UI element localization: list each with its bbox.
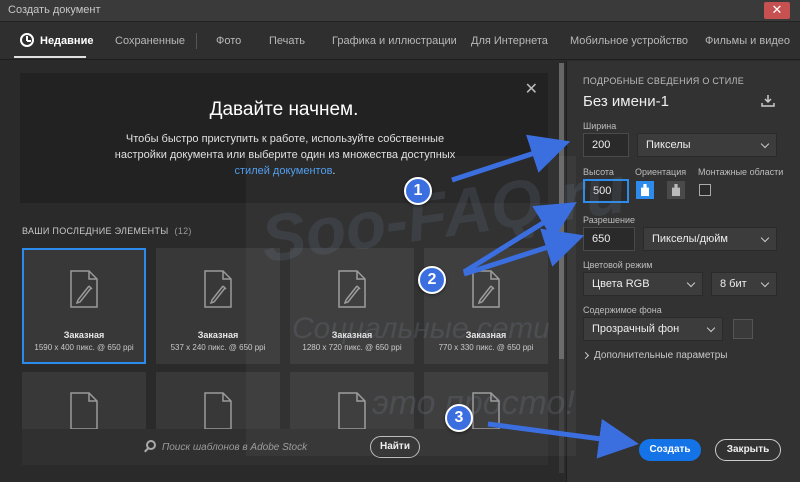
close-icon[interactable]: ✕ [525, 79, 538, 99]
window-title: Создать документ [8, 4, 101, 16]
preset-details-panel: ПОДРОБНЫЕ СВЕДЕНИЯ О СТИЛЕ Без имени-1 Ш… [566, 61, 800, 482]
document-styles-link[interactable]: стилей документов [235, 165, 333, 177]
chevron-right-icon [581, 351, 590, 359]
recent-item-name: Заказная [465, 330, 507, 340]
document-name-field[interactable]: Без имени-1 [583, 93, 669, 110]
tab-web[interactable]: Для Интернета [471, 35, 548, 47]
recent-items-count: (12) [174, 226, 192, 236]
chevron-down-icon [760, 139, 770, 149]
search-icon [146, 440, 156, 450]
tab-recent[interactable]: Недавние [40, 35, 93, 47]
document-icon [472, 392, 500, 430]
welcome-text-end: . [332, 165, 336, 177]
color-mode-label: Цветовой режим [583, 260, 653, 270]
recent-item-card[interactable] [290, 372, 414, 432]
advanced-options-label: Дополнительные параметры [594, 350, 728, 361]
recent-item-dims: 537 x 240 пикс. @ 650 ppi [170, 343, 266, 352]
background-value: Прозрачный фон [592, 323, 680, 335]
width-unit-select[interactable]: Пикселы [637, 133, 777, 157]
color-mode-value: Цвета RGB [592, 278, 650, 290]
annotation-badge-3: 3 [445, 404, 473, 432]
title-bar: Создать документ ✕ [0, 0, 800, 22]
tab-bar: Недавние Сохраненные Фото Печать Графика… [0, 22, 800, 60]
height-label: Высота [583, 167, 614, 177]
welcome-title: Давайте начнем. [209, 99, 359, 120]
height-input[interactable]: 500 [583, 179, 629, 203]
welcome-body: Чтобы быстро приступить к работе, исполь… [114, 133, 456, 161]
create-button[interactable]: Создать [639, 439, 701, 461]
recent-item-name: Заказная [63, 330, 105, 340]
recent-item-card[interactable]: Заказная 770 x 330 пикс. @ 650 ppi [424, 248, 548, 364]
window-close-button[interactable]: ✕ [764, 2, 790, 19]
landscape-orientation-button[interactable] [667, 181, 685, 199]
clock-icon [20, 33, 34, 47]
tab-divider [196, 33, 197, 49]
recent-item-dims: 1280 x 720 пикс. @ 650 ppi [302, 343, 402, 352]
background-color-swatch[interactable] [733, 319, 753, 339]
welcome-text: Чтобы быстро приступить к работе, исполь… [110, 131, 460, 179]
document-icon [70, 392, 98, 430]
document-icon [204, 270, 232, 308]
active-tab-indicator [14, 56, 86, 58]
resolution-input[interactable]: 650 [583, 227, 635, 251]
scrollbar-thumb[interactable] [559, 63, 564, 359]
chevron-down-icon [760, 278, 770, 288]
chevron-down-icon [686, 278, 696, 288]
portrait-icon [641, 184, 649, 196]
resolution-unit-value: Пикселы/дюйм [652, 233, 728, 245]
save-preset-icon[interactable] [761, 95, 775, 107]
recent-item-card[interactable] [22, 372, 146, 432]
width-label: Ширина [583, 121, 617, 131]
width-input[interactable]: 200 [583, 133, 629, 157]
recent-item-card[interactable]: Заказная 537 x 240 пикс. @ 650 ppi [156, 248, 280, 364]
details-heading: ПОДРОБНЫЕ СВЕДЕНИЯ О СТИЛЕ [583, 76, 744, 86]
document-icon [338, 270, 366, 308]
width-unit-value: Пикселы [646, 139, 691, 151]
recent-item-name: Заказная [331, 330, 373, 340]
background-label: Содержимое фона [583, 305, 662, 315]
annotation-badge-1: 1 [404, 177, 432, 205]
tab-photo[interactable]: Фото [216, 35, 241, 47]
document-icon [472, 270, 500, 308]
landscape-icon [672, 184, 680, 196]
find-button[interactable]: Найти [370, 436, 420, 458]
bit-depth-select[interactable]: 8 бит [711, 272, 777, 296]
recent-item-dims: 1590 x 400 пикс. @ 650 ppi [34, 343, 134, 352]
annotation-badge-2: 2 [418, 266, 446, 294]
resolution-label: Разрешение [583, 215, 635, 225]
document-icon [70, 270, 98, 308]
close-button[interactable]: Закрыть [715, 439, 781, 461]
artboards-label: Монтажные области [698, 167, 784, 177]
chevron-down-icon [760, 233, 770, 243]
recent-items-title: ВАШИ ПОСЛЕДНИЕ ЭЛЕМЕНТЫ [22, 226, 169, 236]
recent-item-card[interactable] [156, 372, 280, 432]
document-icon [204, 392, 232, 430]
recent-items-header: ВАШИ ПОСЛЕДНИЕ ЭЛЕМЕНТЫ (12) [22, 226, 192, 236]
recent-item-dims: 770 x 330 пикс. @ 650 ppi [438, 343, 534, 352]
welcome-banner: ✕ Давайте начнем. Чтобы быстро приступит… [20, 73, 548, 203]
recent-item-card[interactable] [424, 372, 548, 432]
background-select[interactable]: Прозрачный фон [583, 317, 723, 341]
color-mode-select[interactable]: Цвета RGB [583, 272, 703, 296]
advanced-options-toggle[interactable]: Дополнительные параметры [581, 350, 728, 361]
tab-film-video[interactable]: Фильмы и видео [705, 35, 790, 47]
recent-item-card[interactable]: Заказная 1280 x 720 пикс. @ 650 ppi [290, 248, 414, 364]
artboards-checkbox[interactable] [699, 184, 711, 196]
tab-mobile[interactable]: Мобильное устройство [570, 35, 688, 47]
tab-saved[interactable]: Сохраненные [115, 35, 185, 47]
tab-print[interactable]: Печать [269, 35, 305, 47]
recent-item-card[interactable]: Заказная 1590 x 400 пикс. @ 650 ppi [22, 248, 146, 364]
stock-search-bar: Найти [22, 429, 548, 465]
tab-art-illustration[interactable]: Графика и иллюстрации [332, 35, 457, 47]
portrait-orientation-button[interactable] [636, 181, 654, 199]
orientation-label: Ориентация [635, 167, 687, 177]
stock-search-input[interactable] [162, 439, 362, 455]
bit-depth-value: 8 бит [720, 278, 747, 290]
document-icon [338, 392, 366, 430]
recent-item-name: Заказная [197, 330, 239, 340]
chevron-down-icon [706, 323, 716, 333]
resolution-unit-select[interactable]: Пикселы/дюйм [643, 227, 777, 251]
